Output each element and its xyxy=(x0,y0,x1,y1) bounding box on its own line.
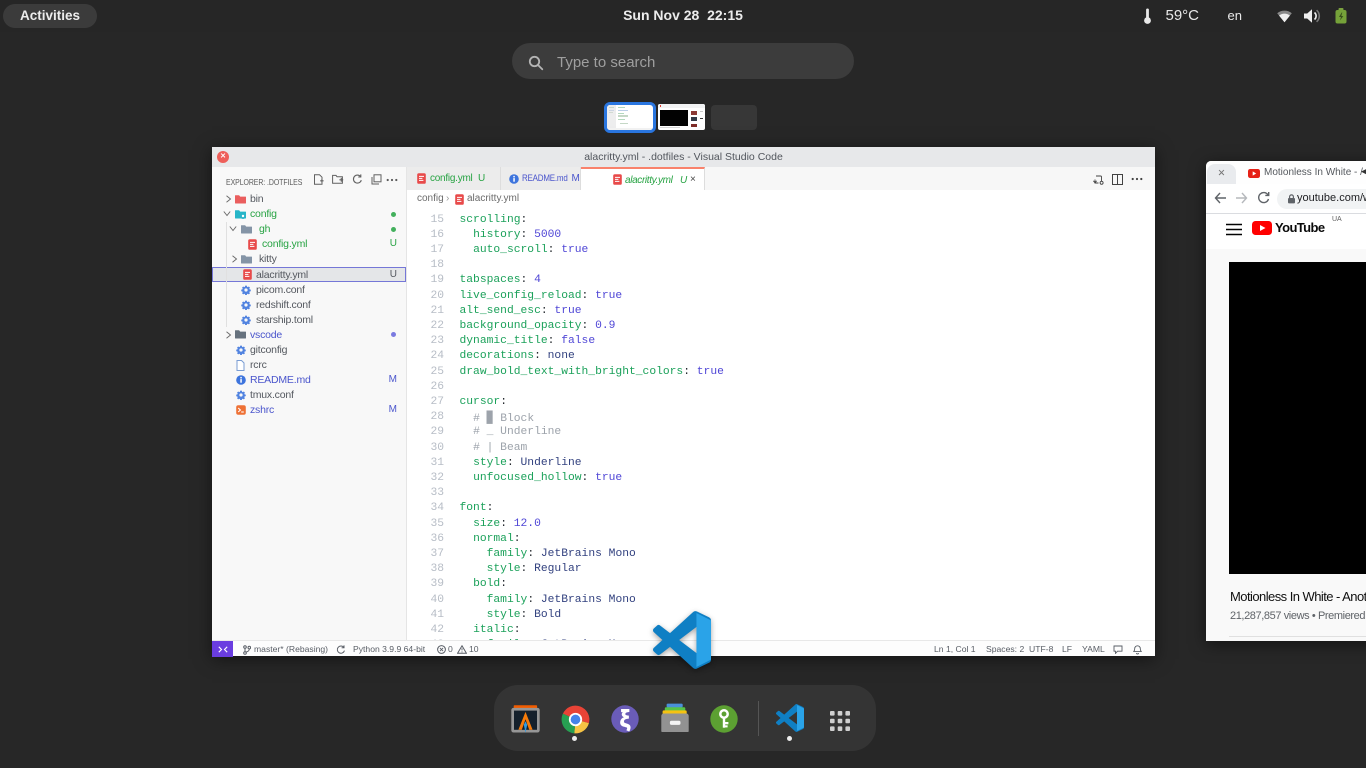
svg-text:ξ: ξ xyxy=(620,705,631,731)
